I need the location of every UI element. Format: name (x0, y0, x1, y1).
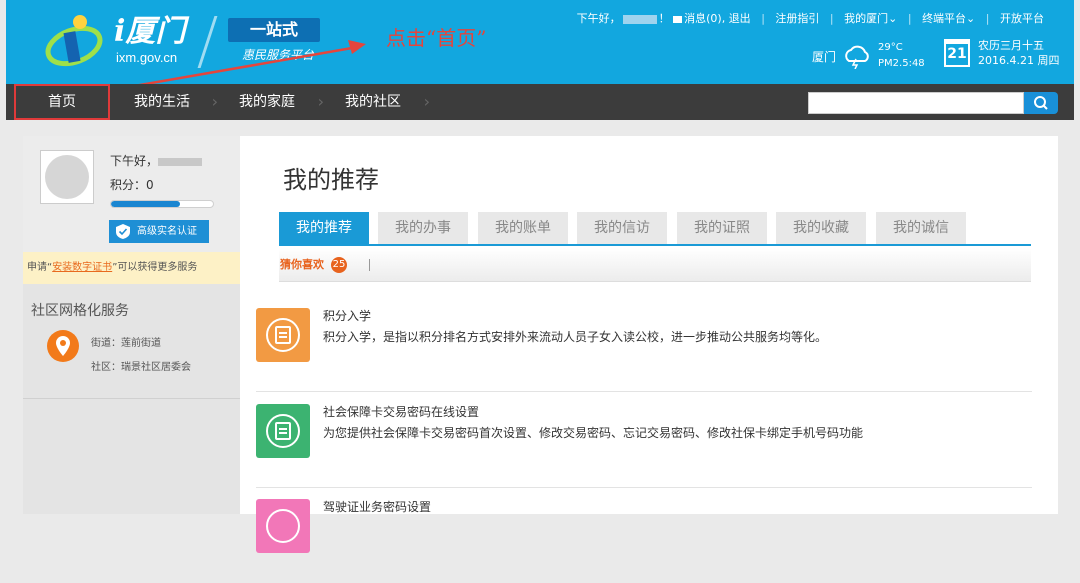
nav-home[interactable]: 首页 (14, 84, 110, 120)
street-text: 街道：莲前街道 (91, 338, 161, 349)
brand-tag: 一站式 (228, 18, 320, 42)
tab-affairs[interactable]: 我的办事 (378, 212, 468, 244)
logo-domain: ixm.gov.cn (116, 50, 178, 65)
nav-my-life[interactable]: 我的生活 › (110, 84, 218, 120)
mail-icon (673, 15, 683, 23)
logo-icon (45, 15, 103, 67)
document-icon (256, 404, 310, 458)
sidebar-divider (23, 398, 240, 399)
guess-bar: 猜你喜欢 25 (279, 248, 1031, 282)
brand-subtitle: 惠民服务平台 (242, 48, 315, 62)
item-description: 为您提供社会保障卡交易密码首次设置、修改交易密码、忘记交易密码、修改社保卡绑定手… (323, 426, 864, 440)
install-certificate-link[interactable]: 安装数字证书 (52, 262, 112, 273)
item-title[interactable]: 社会保障卡交易密码在线设置 (323, 403, 479, 420)
shield-icon (116, 224, 130, 239)
verify-button[interactable]: 高级实名认证 (109, 220, 209, 243)
user-sidebar: 下午好， 积分：0 高级实名认证 申请“安装数字证书”可以获得更多服务 社区网格… (23, 136, 240, 514)
search-input[interactable] (809, 93, 1023, 113)
item-description: 积分入学，是指以积分排名方式安排外来流动人员子女入读公校，进一步推动公共服务均等… (323, 330, 828, 344)
document-icon (256, 308, 310, 362)
main-nav: 首页 我的生活 › 我的家庭 › 我的社区 › (6, 84, 1074, 120)
weather-widget: 厦门 29°C PM2.5:48 (812, 40, 925, 72)
level-progress-bar (110, 200, 214, 208)
community-text: 社区：瑞景社区居委会 (91, 362, 191, 373)
date-widget: 21 农历三月十五 2016.4.21 周四 (944, 38, 1059, 68)
blurred-username (158, 157, 203, 166)
tab-favorites[interactable]: 我的收藏 (776, 212, 866, 244)
logo-text: i厦门 (114, 14, 186, 49)
grid-service-title: 社区网格化服务 (31, 303, 129, 319)
tab-bar: 我的推荐 我的办事 我的账单 我的信访 我的证照 我的收藏 我的诚信 (279, 212, 1031, 246)
guess-count-badge: 25 (331, 257, 347, 273)
lunar-date: 农历三月十五 (978, 39, 1044, 52)
document-icon (256, 499, 310, 553)
guess-you-like-label[interactable]: 猜你喜欢 (279, 248, 324, 282)
tab-petitions[interactable]: 我的信访 (577, 212, 667, 244)
site-header: i厦门 ixm.gov.cn 一站式 惠民服务平台 点击“首页” 下午好，！ 消… (6, 0, 1074, 84)
avatar[interactable] (40, 150, 94, 204)
level-progress-fill (111, 201, 181, 207)
greeting-text: 下午好，！ (576, 12, 670, 25)
divider (369, 259, 370, 271)
top-links: 下午好，！ 消息(0), 退出 | 注册指引 | 我的厦门⌄ | 终端平台⌄ |… (576, 10, 1044, 26)
points-text: 积分：0 (110, 178, 154, 192)
cloud-icon (845, 45, 869, 69)
blurred-username (622, 14, 657, 24)
search-button[interactable] (1024, 92, 1058, 114)
main-content: 我的推荐 我的推荐 我的办事 我的账单 我的信访 我的证照 我的收藏 我的诚信 … (240, 136, 1058, 553)
tab-bills[interactable]: 我的账单 (478, 212, 568, 244)
logout-link[interactable]: 退出 (729, 10, 751, 26)
open-platform-link[interactable]: 开放平台 (1000, 10, 1044, 26)
register-guide-link[interactable]: 注册指引 (775, 10, 819, 26)
avatar-placeholder-icon (45, 155, 89, 199)
list-item[interactable]: 驾驶证业务密码设置 (256, 488, 1032, 583)
item-title[interactable]: 驾驶证业务密码设置 (323, 498, 431, 515)
list-item[interactable]: 积分入学 积分入学，是指以积分排名方式安排外来流动人员子女入读公校，进一步推动公… (256, 297, 1032, 392)
solar-date: 2016.4.21 周四 (978, 54, 1060, 67)
search-icon (1034, 96, 1048, 110)
tab-certificates[interactable]: 我的证照 (677, 212, 767, 244)
user-greeting: 下午好， (110, 152, 203, 169)
location-pin-icon (47, 330, 79, 362)
calendar-icon: 21 (944, 39, 970, 67)
list-item[interactable]: 社会保障卡交易密码在线设置 为您提供社会保障卡交易密码首次设置、修改交易密码、忘… (256, 393, 1032, 488)
annotation-text: 点击“首页” (386, 26, 487, 50)
temperature: 29°C (878, 42, 903, 53)
certificate-notice: 申请“安装数字证书”可以获得更多服务 (23, 252, 240, 284)
nav-my-family[interactable]: 我的家庭 › (214, 84, 324, 120)
my-xiamen-link[interactable]: 我的厦门⌄ (844, 10, 897, 26)
logo-divider (197, 16, 218, 68)
city-name: 厦门 (812, 49, 837, 64)
search-box (808, 92, 1024, 114)
messages-link[interactable]: 消息(0), (673, 10, 725, 26)
chevron-right-icon: › (423, 92, 430, 111)
tab-recommend[interactable]: 我的推荐 (279, 212, 369, 244)
page-title: 我的推荐 (283, 166, 379, 194)
item-title[interactable]: 积分入学 (323, 307, 371, 324)
tab-credit[interactable]: 我的诚信 (876, 212, 966, 244)
terminal-platform-link[interactable]: 终端平台⌄ (922, 10, 975, 26)
pm25-value: PM2.5:48 (878, 58, 925, 69)
user-profile: 下午好， 积分：0 高级实名认证 (23, 136, 240, 252)
nav-my-community[interactable]: 我的社区 › (320, 84, 430, 120)
